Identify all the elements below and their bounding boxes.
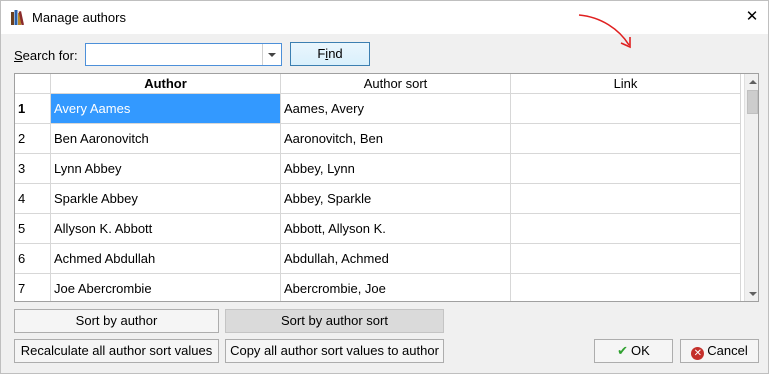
cell-author-sort[interactable]: Abdullah, Achmed xyxy=(281,244,511,274)
vertical-scrollbar[interactable] xyxy=(744,74,758,301)
recalculate-sort-button[interactable]: Recalculate all author sort values xyxy=(14,339,219,363)
checkmark-icon: ✔ xyxy=(617,343,629,358)
cell-link[interactable] xyxy=(511,184,741,214)
cell-link[interactable] xyxy=(511,94,741,124)
cell-author[interactable]: Avery Aames xyxy=(51,94,281,124)
scroll-up-button[interactable] xyxy=(745,74,758,89)
scroll-thumb[interactable] xyxy=(747,90,758,114)
scroll-down-button[interactable] xyxy=(745,286,758,301)
cell-author-sort[interactable]: Abbey, Sparkle xyxy=(281,184,511,214)
cell-author-sort[interactable]: Abercrombie, Joe xyxy=(281,274,511,301)
cancel-button[interactable]: ✕ Cancel xyxy=(680,339,759,363)
cell-author-sort[interactable]: Abbey, Lynn xyxy=(281,154,511,184)
row-header[interactable]: 4 xyxy=(15,184,51,214)
sort-by-author-sort-button[interactable]: Sort by author sort xyxy=(225,309,444,333)
authors-table: Author Author sort Link 1 Avery Aames Aame… xyxy=(14,73,759,302)
search-dropdown-button[interactable] xyxy=(262,44,281,65)
window-title: Manage authors xyxy=(32,10,126,25)
cell-author[interactable]: Achmed Abdullah xyxy=(51,244,281,274)
cell-author[interactable]: Joe Abercrombie xyxy=(51,274,281,301)
cell-author-sort[interactable]: Aaronovitch, Ben xyxy=(281,124,511,154)
cell-author[interactable]: Sparkle Abbey xyxy=(51,184,281,214)
manage-authors-dialog: Manage authors ✕ Search for: Find Author… xyxy=(0,0,769,374)
table-corner xyxy=(15,74,51,94)
ok-button[interactable]: ✔ OK xyxy=(594,339,673,363)
cancel-icon: ✕ xyxy=(691,347,705,360)
close-icon[interactable]: ✕ xyxy=(742,7,762,27)
cell-link[interactable] xyxy=(511,214,741,244)
title-bar: Manage authors ✕ xyxy=(1,1,768,34)
copy-sort-to-author-button[interactable]: Copy all author sort values to author xyxy=(225,339,444,363)
cell-author[interactable]: Lynn Abbey xyxy=(51,154,281,184)
cell-author-sort[interactable]: Aames, Avery xyxy=(281,94,511,124)
row-header[interactable]: 6 xyxy=(15,244,51,274)
row-header[interactable]: 2 xyxy=(15,124,51,154)
find-button[interactable]: Find xyxy=(290,42,370,66)
cell-link[interactable] xyxy=(511,154,741,184)
search-input[interactable] xyxy=(88,46,258,63)
cancel-label: Cancel xyxy=(707,343,748,358)
books-icon xyxy=(11,10,24,25)
row-header[interactable]: 7 xyxy=(15,274,51,301)
row-header[interactable]: 5 xyxy=(15,214,51,244)
row-header[interactable]: 3 xyxy=(15,154,51,184)
search-label: Search for: xyxy=(14,48,78,63)
cell-author[interactable]: Ben Aaronovitch xyxy=(51,124,281,154)
ok-label: OK xyxy=(631,343,650,358)
sort-by-author-button[interactable]: Sort by author xyxy=(14,309,219,333)
cell-author-sort[interactable]: Abbott, Allyson K. xyxy=(281,214,511,244)
column-header-author[interactable]: Author xyxy=(51,74,281,94)
chevron-down-icon xyxy=(268,52,276,57)
scroll-up-icon xyxy=(748,79,757,84)
column-header-author-sort[interactable]: Author sort xyxy=(281,74,511,94)
row-header[interactable]: 1 xyxy=(15,94,51,124)
cell-link[interactable] xyxy=(511,244,741,274)
search-combo[interactable] xyxy=(85,43,282,66)
scroll-down-icon xyxy=(748,291,757,296)
column-header-link[interactable]: Link xyxy=(511,74,741,94)
cell-link[interactable] xyxy=(511,124,741,154)
cell-link[interactable] xyxy=(511,274,741,301)
cell-author[interactable]: Allyson K. Abbott xyxy=(51,214,281,244)
